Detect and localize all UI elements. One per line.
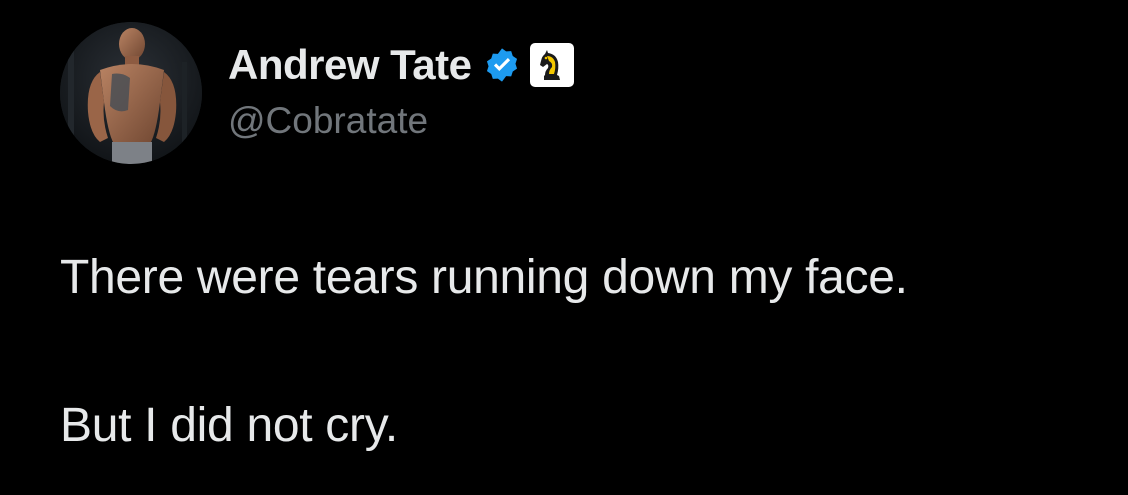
tweet-card: Andrew Tate @Cobratate There were tears … bbox=[0, 0, 1128, 495]
avatar-image bbox=[60, 22, 202, 164]
verified-badge-icon[interactable] bbox=[483, 46, 521, 84]
tweet-text-line: There were tears running down my face. bbox=[60, 251, 908, 304]
chess-knight-icon[interactable] bbox=[529, 42, 575, 88]
tweet-author: Andrew Tate @Cobratate bbox=[228, 40, 575, 142]
tweet-text-line: But I did not cry. bbox=[60, 399, 398, 452]
author-name-row: Andrew Tate bbox=[228, 40, 575, 90]
author-handle[interactable]: @Cobratate bbox=[228, 100, 575, 142]
author-avatar[interactable] bbox=[60, 22, 202, 164]
author-display-name[interactable]: Andrew Tate bbox=[228, 41, 472, 89]
